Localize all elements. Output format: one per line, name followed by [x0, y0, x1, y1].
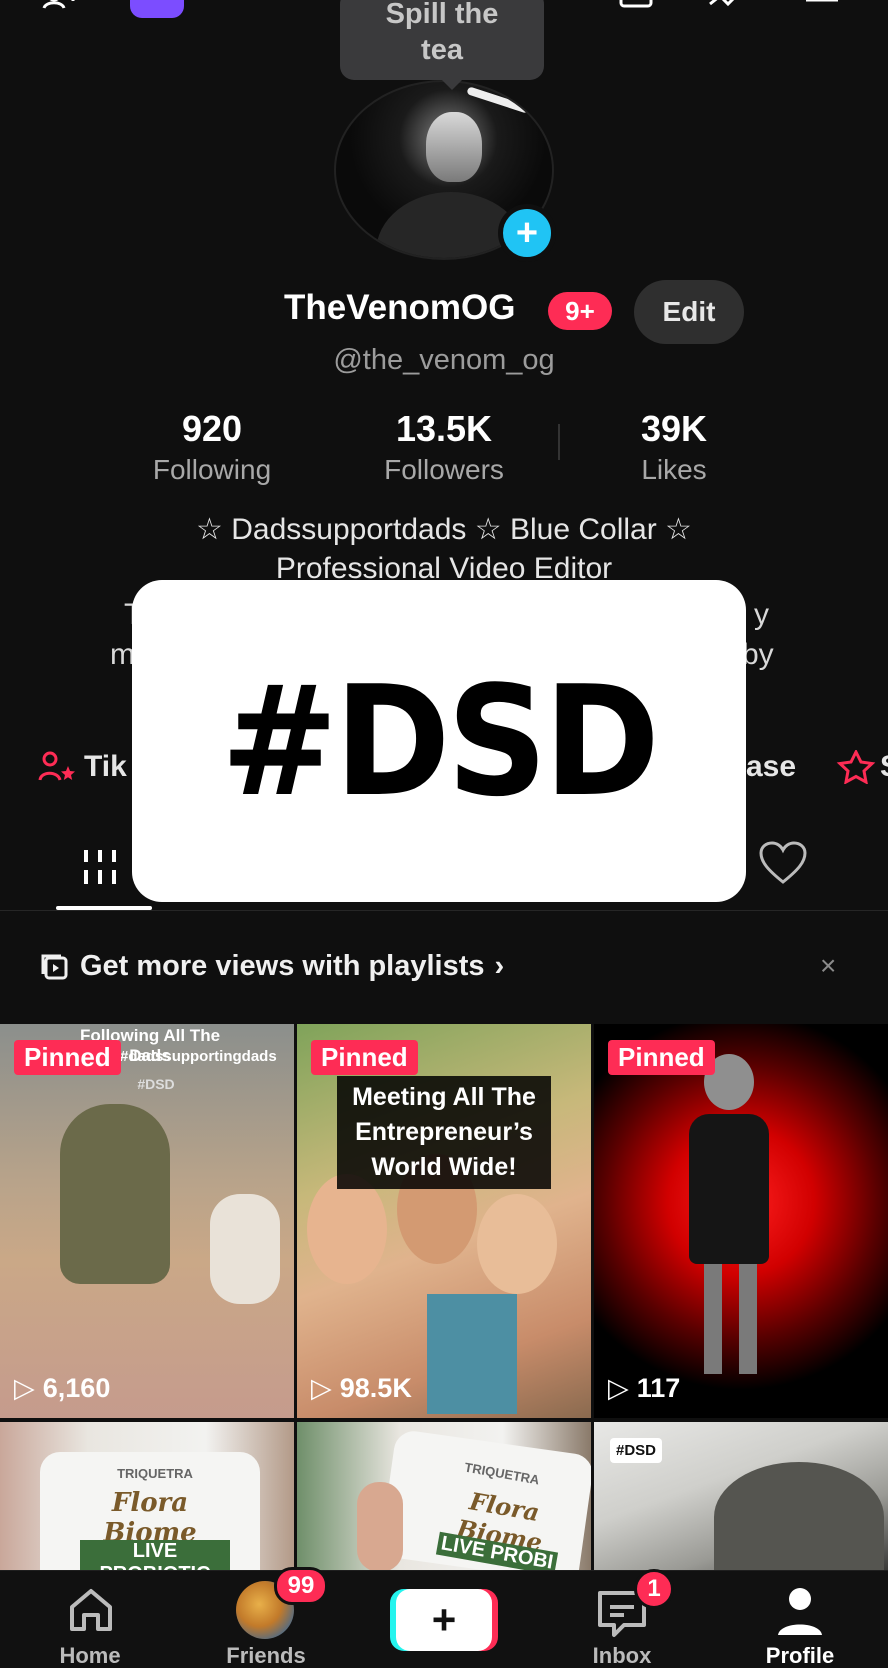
- far-right-link-label[interactable]: S: [880, 750, 888, 784]
- view-count-value: 98.5K: [339, 1373, 412, 1403]
- dsd-overlay-text: #DSD: [221, 652, 660, 830]
- tile-3-character-leg-right: [739, 1264, 757, 1374]
- tile-2-face-3: [477, 1194, 557, 1294]
- video-tile-1[interactable]: Following All The Dads #dadssupportingda…: [0, 1024, 294, 1418]
- avatar-light: [466, 86, 530, 114]
- favorites-icon[interactable]: [614, 0, 658, 22]
- tile-3-character-body: [689, 1114, 769, 1264]
- tile-2-caption-line-1: Meeting All The: [352, 1083, 536, 1111]
- nav-friends-label: Friends: [226, 1643, 306, 1668]
- bio-line-1: ☆ Dadssupportdads ☆ Blue Collar ☆: [196, 513, 692, 546]
- showcase-link-label[interactable]: ase: [746, 750, 796, 784]
- nav-profile-label: Profile: [765, 1643, 835, 1668]
- likes-count: 39K: [640, 408, 708, 449]
- friends-badge: 99: [274, 1567, 328, 1605]
- create-plus-button[interactable]: +: [396, 1589, 492, 1651]
- bio-fragment-right-1: y: [754, 598, 769, 631]
- view-count-value: 6,160: [42, 1373, 111, 1403]
- display-name: TheVenomOG: [284, 288, 516, 327]
- tile-2-caption-line-2: Entrepreneur’s: [355, 1118, 533, 1146]
- dsd-overlay-card: #DSD: [132, 580, 746, 902]
- tooltip-line-1: Spill the: [385, 0, 499, 30]
- avatar-head: [426, 112, 482, 182]
- bio-fragment-right-2: by: [742, 638, 774, 671]
- tile-1-dad-figure: [60, 1104, 170, 1284]
- pinned-badge: Pinned: [608, 1040, 715, 1075]
- followers-count: 13.5K: [395, 408, 493, 449]
- view-count-value: 117: [636, 1373, 681, 1403]
- tile-4-label-sub: LIVE PROBIOTIC: [80, 1540, 230, 1570]
- activity-icon[interactable]: [704, 0, 748, 22]
- following-label: Following: [152, 454, 272, 485]
- tile-2-caption: Meeting All The Entrepreneur’s World Wid…: [337, 1076, 551, 1189]
- tile-5-thumb: [357, 1482, 403, 1570]
- add-friend-icon[interactable]: [38, 0, 82, 22]
- playlist-banner-text: Get more views with playlists: [80, 950, 485, 982]
- nav-home-label: Home: [59, 1643, 121, 1668]
- likes-label: Likes: [641, 454, 707, 485]
- view-count: ▷ 98.5K: [311, 1373, 412, 1404]
- following-count: 920: [181, 408, 243, 449]
- video-tile-5[interactable]: TRIQUETRA Flora Biome LIVE PROBI: [297, 1422, 591, 1570]
- profile-icon: [778, 1588, 822, 1635]
- tile-6-blur-shape: [714, 1462, 884, 1570]
- play-icon: ▷: [14, 1373, 35, 1403]
- video-tile-6[interactable]: #DSD: [594, 1422, 888, 1570]
- tile-1-tag: #DSD: [137, 1076, 175, 1092]
- spill-the-tea-tooltip[interactable]: Spill the tea: [340, 0, 544, 90]
- play-icon: ▷: [311, 1373, 332, 1403]
- videos-grid-tab-icon[interactable]: [80, 846, 120, 895]
- video-tile-2[interactable]: Meeting All The Entrepreneur’s World Wid…: [297, 1024, 591, 1418]
- tile-4-label-top: TRIQUETRA: [117, 1466, 193, 1481]
- tile-4-label-main: Flora Biome: [103, 1488, 197, 1548]
- tab-separator: [0, 910, 888, 911]
- play-icon: ▷: [608, 1373, 629, 1403]
- playlist-banner[interactable]: Get more views with playlists ›: [40, 950, 504, 983]
- stat-divider: [558, 424, 560, 460]
- edit-profile-button[interactable]: Edit: [634, 280, 744, 344]
- video-tile-3[interactable]: Pinned ▷ 117: [594, 1024, 888, 1418]
- bio-line-2: Professional Video Editor: [275, 552, 613, 582]
- video-tile-4[interactable]: TRIQUETRA Flora Biome LIVE PROBIOTIC: [0, 1422, 294, 1570]
- playlist-icon: [41, 954, 68, 979]
- tile-6-tag: #DSD: [610, 1438, 663, 1463]
- add-story-plus-icon[interactable]: +: [498, 204, 556, 262]
- stat-likes[interactable]: 39K Likes: [574, 408, 774, 486]
- tile-2-caption-line-3: World Wide!: [371, 1153, 517, 1181]
- view-count: ▷ 6,160: [14, 1373, 110, 1404]
- menu-icon[interactable]: [800, 0, 844, 22]
- liked-tab-heart-icon[interactable]: [758, 840, 808, 891]
- username-handle: @the_venom_og: [333, 344, 555, 376]
- view-count: ▷ 117: [608, 1373, 680, 1404]
- playlist-chevron-icon: ›: [494, 950, 505, 982]
- tile-2-face-1: [307, 1174, 387, 1284]
- tile-3-character-leg-left: [704, 1264, 722, 1374]
- followers-label: Followers: [384, 454, 504, 485]
- home-icon: [70, 1589, 112, 1631]
- tiktok-link-icon[interactable]: [38, 750, 76, 789]
- stat-followers[interactable]: 13.5K Followers: [344, 408, 544, 486]
- inbox-badge: 1: [634, 1569, 674, 1609]
- nav-inbox-label: Inbox: [592, 1643, 652, 1668]
- level-badge[interactable]: 9+: [548, 292, 612, 330]
- stat-following[interactable]: 920 Following: [112, 408, 312, 486]
- playlist-close-icon[interactable]: ×: [820, 950, 836, 982]
- pinned-badge: Pinned: [14, 1040, 121, 1075]
- notification-pill[interactable]: [130, 0, 184, 18]
- pinned-badge: Pinned: [311, 1040, 418, 1075]
- bottom-nav: Home 99 Friends + 1 Inbox Profile: [0, 1567, 888, 1668]
- tile-1-child-figure: [210, 1194, 280, 1304]
- star-link-icon[interactable]: [836, 748, 876, 789]
- tiktok-link-label[interactable]: Tik: [84, 750, 127, 784]
- tile-1-caption-sub: #dadssupportingdads: [120, 1048, 277, 1065]
- tile-2-shirt: [427, 1294, 517, 1414]
- tooltip-line-2: tea: [421, 34, 463, 66]
